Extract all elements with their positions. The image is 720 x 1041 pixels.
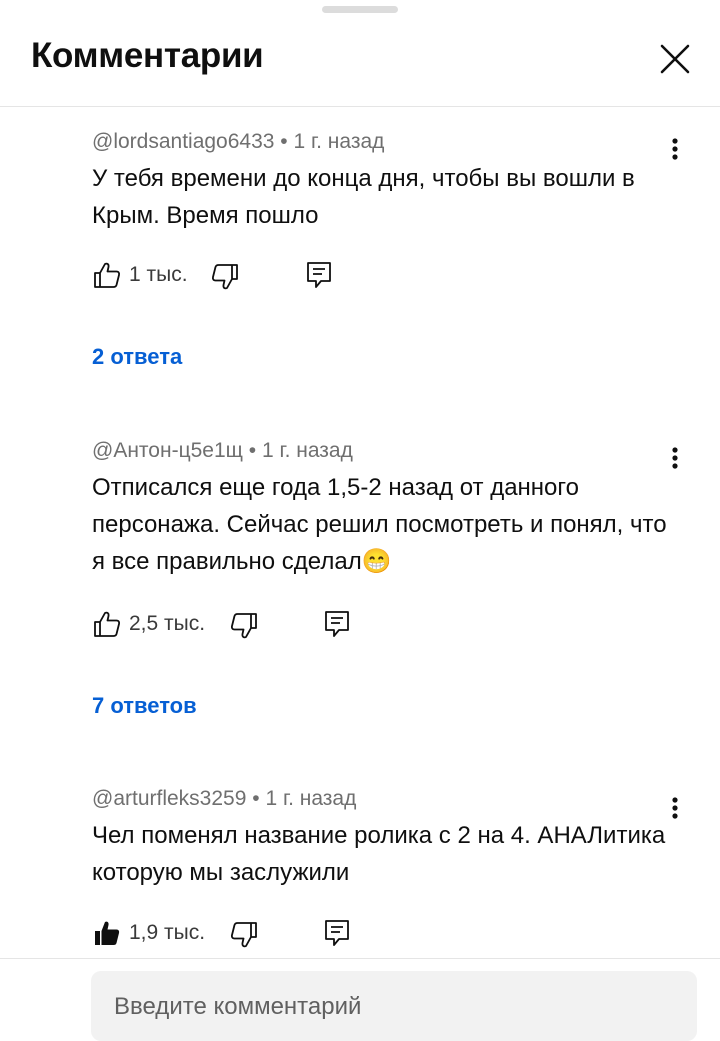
page-title: Комментарии	[31, 36, 264, 75]
comment-meta: @lordsantiago6433 • 1 г. назад	[92, 130, 384, 154]
comment-text: У тебя времени до конца дня, чтобы вы во…	[92, 165, 635, 229]
like-count: 1,9 тыс.	[129, 921, 206, 944]
comment-meta: @arturfleks3259 • 1 г. назад	[92, 787, 356, 811]
comment-author[interactable]: @Антон-ц5е1щ	[92, 439, 243, 462]
comment-author[interactable]: @arturfleks3259	[92, 787, 246, 810]
reply-icon[interactable]	[322, 609, 352, 639]
comment-actions: 2,5 тыс.	[92, 609, 392, 641]
replies-link[interactable]: 7 ответов	[92, 693, 197, 719]
thumb-up-icon[interactable]	[92, 609, 122, 639]
comment-time: 1 г. назад	[265, 787, 357, 810]
thumb-up-icon[interactable]	[92, 260, 122, 290]
like-count: 1 тыс.	[129, 263, 188, 286]
separator-dot: •	[252, 787, 260, 810]
reply-icon[interactable]	[304, 260, 334, 290]
comment-input-placeholder: Введите комментарий	[114, 993, 362, 1020]
separator-dot: •	[248, 439, 257, 462]
comment-text: Чел поменял название ролика с 2 на 4. АН…	[92, 822, 666, 886]
thumb-down-icon[interactable]	[229, 920, 259, 950]
comment-actions: 1 тыс.	[92, 260, 392, 292]
like-count: 2,5 тыс.	[129, 612, 206, 635]
comment-input[interactable]: Введите комментарий	[91, 971, 697, 1041]
reply-icon[interactable]	[322, 918, 352, 948]
thumb-up-icon[interactable]	[92, 918, 122, 948]
thumb-down-icon[interactable]	[229, 611, 259, 641]
comment-author[interactable]: @lordsantiago6433	[92, 130, 274, 153]
comments-header: Комментарии	[0, 0, 720, 107]
close-icon[interactable]	[652, 36, 698, 82]
comment-time: 1 г. назад	[293, 130, 385, 153]
separator-dot: •	[280, 130, 288, 153]
comment-meta: @Антон-ц5е1щ • 1 г. назад	[92, 439, 353, 463]
comment-text: Отписался еще года 1,5-2 назад от данног…	[92, 474, 667, 575]
replies-link[interactable]: 2 ответа	[92, 344, 182, 370]
thumb-down-icon[interactable]	[210, 262, 240, 292]
comment-actions: 1,9 тыс.	[92, 918, 392, 950]
comment-composer: Введите комментарий	[0, 958, 720, 1041]
comment-time: 1 г. назад	[261, 439, 353, 462]
